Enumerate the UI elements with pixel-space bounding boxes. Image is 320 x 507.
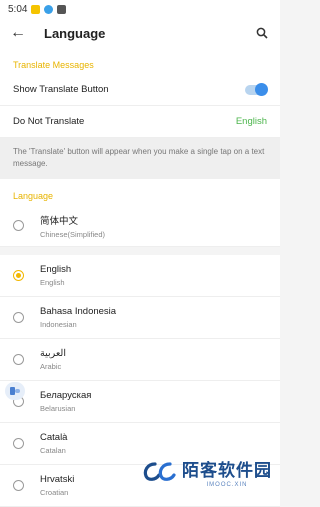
show-translate-toggle[interactable]: [245, 82, 268, 96]
watermark-subtext: IMOOC.XIN: [206, 482, 248, 488]
language-item-english[interactable]: English English: [0, 255, 280, 298]
do-not-translate-row[interactable]: Do Not Translate English: [0, 106, 280, 138]
notification-icon: [31, 4, 41, 14]
language-item-arabic[interactable]: العربية Arabic: [0, 339, 280, 382]
language-subtitle: Arabic: [40, 362, 62, 372]
app-bar: ← Language: [0, 18, 280, 48]
language-subtitle: Croatian: [40, 488, 69, 498]
watermark-logo-icon: [143, 462, 176, 481]
language-subtitle: English: [40, 278, 65, 288]
language-subtitle: Belarusian: [40, 404, 76, 414]
language-name: English: [40, 264, 72, 276]
radio-button[interactable]: [13, 312, 24, 324]
back-arrow-icon[interactable]: ←: [10, 24, 28, 42]
language-section-heading: Language: [0, 179, 280, 206]
language-name: 简体中文: [40, 215, 79, 227]
language-name: Беларуская: [40, 390, 92, 402]
status-time: 5:04: [8, 3, 28, 15]
language-item-belarusian[interactable]: Беларуская Belarusian: [0, 381, 280, 424]
radio-button[interactable]: [13, 438, 24, 450]
page-title: Language: [44, 25, 106, 41]
translate-section-heading: Translate Messages: [0, 48, 280, 74]
language-name: Bahasa Indonesia: [40, 306, 117, 318]
language-subtitle: Chinese(Simplified): [40, 229, 106, 239]
show-translate-label: Show Translate Button: [13, 84, 109, 95]
do-not-translate-label: Do Not Translate: [13, 116, 85, 127]
language-name: العربية: [40, 348, 66, 360]
app-notification-icon: [44, 4, 54, 14]
language-name: Hrvatski: [40, 474, 75, 486]
radio-button-selected[interactable]: [13, 270, 24, 282]
language-name: Català: [40, 432, 68, 444]
floating-assist-button[interactable]: [5, 382, 25, 400]
shield-icon: [57, 4, 67, 14]
language-subtitle: Indonesian: [40, 320, 77, 330]
do-not-translate-value: English: [235, 116, 267, 127]
language-item-chinese[interactable]: 简体中文 Chinese(Simplified): [0, 205, 280, 248]
show-translate-row[interactable]: Show Translate Button: [0, 74, 280, 106]
watermark: 陌客软件园 IMOOC.XIN: [143, 456, 272, 488]
language-item-indonesian[interactable]: Bahasa Indonesia Indonesian: [0, 297, 280, 340]
search-icon[interactable]: [254, 25, 270, 41]
radio-button[interactable]: [13, 480, 24, 492]
status-bar: 5:04: [0, 0, 280, 18]
radio-button[interactable]: [13, 220, 24, 232]
toggle-knob: [255, 82, 268, 96]
language-subtitle: Catalan: [40, 446, 66, 456]
radio-button[interactable]: [13, 354, 24, 366]
watermark-text: 陌客软件园: [182, 461, 272, 481]
translate-note: The 'Translate' button will appear when …: [0, 138, 280, 180]
